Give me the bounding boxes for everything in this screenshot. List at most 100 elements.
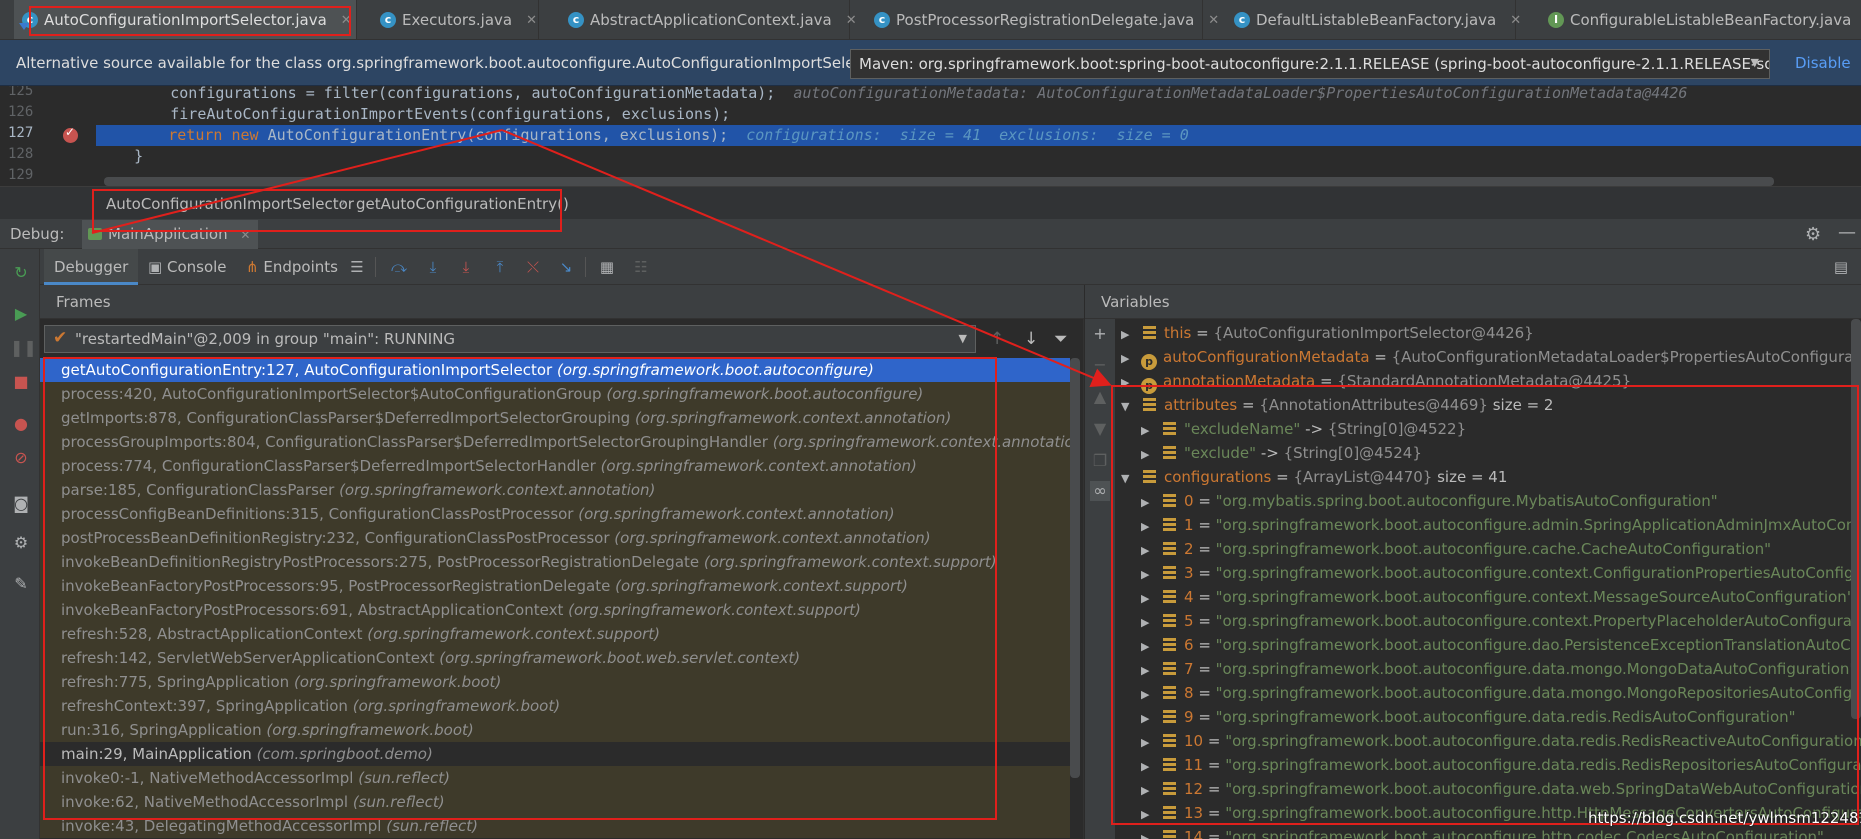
tab-label: Debugger [54, 258, 129, 276]
arrow-up-icon[interactable]: ↑ [990, 329, 1004, 349]
code-editor[interactable]: 125 configurations = filter(configuratio… [0, 86, 1861, 186]
annotation-box-variables [1111, 385, 1859, 825]
code-line-127-execution-point[interactable]: return new AutoConfigurationEntry(config… [96, 125, 1861, 146]
add-watch-icon[interactable]: + [1090, 324, 1110, 344]
step-into-icon[interactable]: ⤓ [422, 257, 444, 277]
expand-toggle-icon[interactable]: ▶ [1121, 347, 1135, 371]
remove-watch-icon[interactable]: − [1090, 355, 1110, 375]
equals-sign: = [1369, 348, 1392, 366]
tab-abstractapplicationcontext[interactable]: c AbstractApplicationContext.java ✕ [560, 0, 857, 39]
check-icon: ✔ [53, 328, 68, 348]
tab-label: Console [166, 258, 227, 276]
resume-icon[interactable]: ▶ [10, 303, 32, 325]
camera-icon[interactable]: ◙ [10, 493, 32, 515]
copy-icon[interactable]: ❐ [1090, 451, 1110, 471]
arrow-down-icon[interactable]: ↓ [1024, 329, 1038, 349]
horizontal-scrollbar[interactable] [104, 177, 1774, 186]
step-over-icon[interactable]: ⤼ [388, 257, 410, 277]
code-line-125[interactable]: configurations = filter(configurations, … [98, 86, 1687, 104]
interface-icon: I [1548, 12, 1564, 28]
tab-endpoints[interactable]: ⋔ Endpoints [246, 249, 338, 285]
class-icon: c [568, 12, 584, 28]
evaluate-expression-icon[interactable]: ▦ [596, 257, 618, 277]
tab-label: Executors.java [402, 11, 513, 29]
tab-postprocessorregistrationdelegate[interactable]: c PostProcessorRegistrationDelegate.java… [866, 0, 1219, 39]
keyword-return: return [168, 126, 223, 144]
pause-icon[interactable]: ❚❚ [10, 337, 37, 359]
menu-icon[interactable]: ☰ [346, 257, 368, 277]
settings-icon[interactable]: ⚙ [10, 532, 32, 554]
mute-breakpoints-icon[interactable]: ⊘ [10, 447, 32, 469]
line-number: 127 [8, 125, 34, 141]
class-icon: c [874, 12, 890, 28]
field-icon [1143, 326, 1156, 340]
equals-sign: = [1191, 324, 1214, 342]
variable-node[interactable]: ▶ 14 = "org.springframework.boot.autoconf… [1141, 825, 1824, 839]
tab-label: ConfigurableListableBeanFactory.java [1570, 11, 1852, 29]
debug-side-toolbar: ↻ ▶ ❚❚ ■ ● ⊘ ◙ ⚙ ✎ [0, 249, 40, 839]
code-line-128[interactable]: } [98, 146, 143, 167]
close-icon[interactable]: ✕ [526, 13, 537, 28]
tab-debugger[interactable]: Debugger [44, 249, 139, 285]
variable-name: autoConfigurationMetadata [1163, 348, 1370, 366]
selected-source: Maven: org.springframework.boot:spring-b… [859, 55, 1770, 73]
run-to-cursor-icon[interactable]: ↘ [555, 257, 577, 277]
expand-toggle-icon[interactable]: ▶ [1121, 323, 1135, 347]
frames-scrollbar[interactable] [1070, 358, 1080, 778]
tab-configurablelistablebeanfactory[interactable]: I ConfigurableListableBeanFactory.java ✕ [1540, 0, 1861, 39]
stop-icon[interactable]: ■ [10, 371, 32, 393]
tab-console[interactable]: ▣ Console [148, 249, 227, 285]
step-out-icon[interactable]: ⤒ [489, 257, 511, 277]
variable-value: {AutoConfigurationMetadataLoader$Propert… [1391, 348, 1861, 366]
inline-value-hint: autoConfigurationMetadata: AutoConfigura… [793, 86, 1688, 102]
tab-label: AbstractApplicationContext.java [590, 11, 832, 29]
variable-value: {AutoConfigurationImportSelector@4426} [1213, 324, 1534, 342]
thread-label: "restartedMain"@2,009 in group "main": R… [75, 330, 456, 348]
pin-icon[interactable]: ✎ [10, 573, 32, 595]
list-value: "org.springframework.boot.autoconfigure.… [1225, 828, 1824, 839]
tab-executors[interactable]: c Executors.java ✕ [372, 0, 539, 39]
code-line-126[interactable]: fireAutoConfigurationImportEvents(config… [98, 104, 730, 125]
drop-frame-icon[interactable]: ⤬ [522, 257, 544, 277]
glasses-icon[interactable]: ∞ [1090, 481, 1110, 501]
variable-node[interactable]: ▶ p autoConfigurationMetadata = {AutoConfi… [1121, 345, 1861, 371]
move-up-icon[interactable]: ▲ [1090, 387, 1110, 407]
alternative-source-select[interactable]: Maven: org.springframework.boot:spring-b… [850, 49, 1770, 79]
class-icon: c [1234, 12, 1250, 28]
parameter-icon: p [1141, 354, 1157, 370]
breakpoint-icon[interactable] [63, 125, 78, 143]
keyword-new: new [231, 126, 259, 144]
expand-toggle-icon[interactable]: ▶ [1141, 827, 1155, 839]
chevron-down-icon: ▼ [1750, 56, 1759, 69]
gear-icon[interactable]: ⚙ [1805, 224, 1821, 245]
force-step-into-icon[interactable]: ⤓ [455, 257, 477, 277]
tab-label: Endpoints [263, 258, 338, 276]
disable-link[interactable]: Disable [1795, 54, 1851, 72]
annotation-box-tab [29, 6, 351, 36]
close-icon[interactable]: ✕ [1208, 13, 1219, 28]
close-icon[interactable]: ✕ [846, 13, 857, 28]
move-down-icon[interactable]: ▼ [1090, 419, 1110, 439]
debugger-toolbar: Debugger ▣ Console ⋔ Endpoints ☰ ⤼ ⤓ ⤓ ⤒… [40, 249, 1861, 285]
watermark: https://blog.csdn.net/ywlmsm1224811 [1588, 809, 1861, 827]
view-breakpoints-icon[interactable]: ● [10, 413, 32, 435]
line-number: 125 [8, 86, 34, 99]
list-index: 14 [1184, 828, 1204, 839]
thread-selector[interactable]: ✔ "restartedMain"@2,009 in group "main":… [44, 325, 976, 353]
code-text: AutoConfigurationEntry(configurations, e… [267, 126, 729, 144]
trace-icon[interactable]: ☷ [630, 257, 652, 277]
filter-icon[interactable]: ⏷ [1054, 329, 1068, 349]
variables-title: Variables [1101, 293, 1170, 311]
inline-value-hint: configurations: size = 41 exclusions: si… [746, 126, 1189, 144]
variable-node[interactable]: ▶ this = {AutoConfigurationImportSelector… [1121, 321, 1534, 345]
equals-sign: = [1203, 828, 1226, 839]
rerun-icon[interactable]: ↻ [10, 262, 32, 284]
close-icon[interactable]: ✕ [1510, 13, 1521, 28]
tab-label: DefaultListableBeanFactory.java [1256, 11, 1497, 29]
alternative-source-banner: Alternative source available for the cla… [0, 40, 1861, 86]
debug-label: Debug: [10, 225, 65, 243]
frames-header: Frames [40, 285, 1084, 319]
minimize-icon[interactable]: — [1838, 222, 1856, 243]
layout-icon[interactable]: ▤ [1830, 257, 1852, 277]
tab-defaultlistablebeanfactory[interactable]: c DefaultListableBeanFactory.java ✕ [1226, 0, 1521, 39]
